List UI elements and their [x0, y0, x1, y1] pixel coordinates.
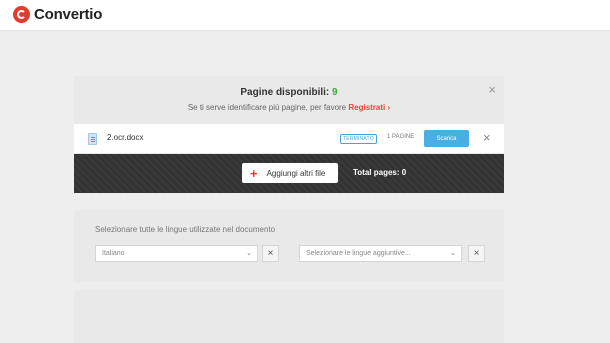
add-files-label: Aggiungi altri file	[266, 168, 326, 178]
convertio-logo[interactable]: Convertio	[13, 6, 102, 23]
actions-bar: + Aggiungi altri file Total pages: 0	[74, 154, 504, 193]
download-button[interactable]: Scarica	[424, 130, 469, 147]
document-icon	[88, 133, 97, 145]
total-pages: Total pages: 0	[353, 168, 407, 177]
bottom-panel	[74, 290, 504, 343]
remove-file-icon[interactable]: ×	[483, 131, 491, 144]
chevron-down-icon: ⌄	[450, 250, 456, 257]
register-prompt: Se ti serve identificare più pagine, per…	[187, 103, 391, 112]
file-row: 2.ocr.docx TERMINATO 1 PAGINE Scarica ×	[74, 124, 504, 154]
convertio-logo-icon	[13, 6, 30, 23]
top-bar: Convertio	[0, 0, 610, 31]
chevron-right-icon[interactable]: ›	[388, 103, 391, 112]
language-label: Selezionare tutte le lingue utilizzate n…	[95, 225, 276, 234]
primary-language-value: Italiano	[102, 250, 125, 257]
language-section: Selezionare tutte le lingue utilizzate n…	[74, 210, 504, 282]
plus-icon: +	[250, 165, 258, 181]
pages-available-title: Pagine disponibili: 9	[240, 87, 338, 98]
page-count: 1 PAGINE	[387, 134, 415, 140]
additional-languages-placeholder: Selezionare le lingue aggiuntive...	[306, 250, 411, 257]
status-badge: TERMINATO	[340, 134, 377, 144]
register-link[interactable]: Registrati	[348, 103, 385, 112]
clear-primary-language-button[interactable]: ×	[262, 245, 279, 262]
clear-additional-languages-button[interactable]: ×	[468, 245, 485, 262]
primary-language-select[interactable]: Italiano ⌄	[95, 245, 258, 262]
brand-name: Convertio	[34, 6, 103, 23]
pages-available-count: 9	[332, 87, 338, 98]
additional-languages-select[interactable]: Selezionare le lingue aggiuntive... ⌄	[299, 245, 462, 262]
close-icon[interactable]: ×	[488, 83, 496, 96]
file-name: 2.ocr.docx	[107, 133, 144, 142]
add-files-button[interactable]: + Aggiungi altri file	[242, 163, 338, 183]
pages-available-banner: Pagine disponibili: 9 Se ti serve identi…	[74, 76, 504, 124]
chevron-down-icon: ⌄	[246, 250, 252, 257]
